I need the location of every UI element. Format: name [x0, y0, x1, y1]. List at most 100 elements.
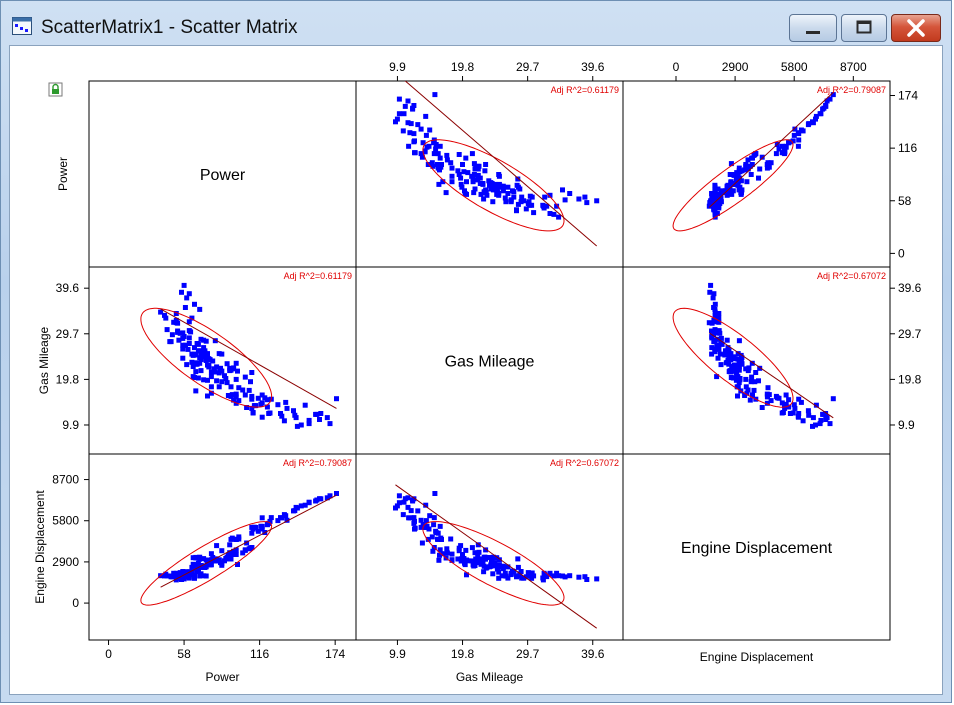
data-point	[584, 200, 590, 206]
maximize-button[interactable]	[841, 14, 887, 42]
data-point	[412, 525, 418, 531]
data-point	[464, 179, 469, 185]
data-point	[406, 515, 412, 521]
data-point	[283, 513, 289, 519]
data-point	[551, 573, 557, 579]
data-point	[515, 564, 521, 570]
data-point	[250, 410, 256, 415]
maximize-icon	[856, 20, 872, 34]
data-point	[292, 412, 298, 418]
data-point	[735, 393, 740, 399]
data-point	[225, 552, 231, 558]
data-point	[408, 121, 414, 127]
data-point	[281, 418, 287, 424]
data-point	[508, 197, 514, 203]
data-point	[437, 523, 443, 529]
data-point	[830, 396, 836, 402]
data-point	[283, 399, 289, 405]
data-point	[449, 173, 455, 179]
top-tick-label-engine-displacement: 0	[673, 60, 680, 74]
data-point	[757, 166, 763, 172]
data-point	[418, 126, 424, 132]
y-tick-label-gas-mileage: 19.8	[56, 372, 80, 386]
data-point	[490, 571, 496, 577]
top-tick-label-gas-mileage: 19.8	[451, 60, 475, 74]
data-point	[810, 415, 816, 421]
data-point	[216, 558, 222, 564]
data-point	[236, 385, 242, 391]
x-axis-title-gas-mileage: Gas Mileage	[456, 670, 524, 684]
data-point	[810, 423, 815, 429]
data-point	[712, 301, 718, 307]
data-point	[498, 183, 504, 189]
close-button[interactable]	[891, 14, 941, 42]
panel-gas-mileage-engine-displacement	[622, 266, 891, 455]
data-point	[469, 151, 475, 157]
minimize-icon	[806, 31, 820, 34]
data-point	[190, 364, 196, 369]
data-point	[737, 377, 743, 383]
data-point	[211, 366, 217, 372]
data-point	[233, 394, 239, 400]
data-point	[408, 508, 414, 514]
data-point	[179, 289, 184, 295]
panel-gas-mileage-power	[88, 266, 357, 455]
data-point	[268, 515, 274, 521]
data-point	[765, 385, 771, 391]
data-point	[233, 360, 239, 366]
data-point	[444, 152, 450, 158]
data-point	[406, 143, 412, 149]
data-point	[594, 198, 600, 204]
window: ScatterMatrix1 - Scatter Matrix 0 58 116…	[0, 0, 952, 703]
right-tick-label-gas-mileage: 39.6	[898, 281, 922, 295]
data-point	[796, 396, 802, 402]
graph-area: 0 58 116 174 9.9 19.8 29.7 39.6 9.9 19.8 29.7 39.6 0…	[9, 45, 943, 695]
data-point	[396, 111, 402, 117]
top-tick-label-engine-displacement: 8700	[840, 60, 867, 74]
data-point	[197, 573, 203, 579]
data-point	[219, 548, 225, 554]
data-point	[780, 410, 786, 415]
title-bar[interactable]: ScatterMatrix1 - Scatter Matrix	[1, 1, 953, 45]
data-point	[324, 415, 330, 421]
y-tick-label-gas-mileage: 9.9	[62, 418, 79, 432]
x-axis-title-engine-displacement: Engine Displacement	[700, 650, 814, 664]
data-point	[433, 528, 439, 534]
minimize-button[interactable]	[789, 14, 837, 42]
y-tick-label-engine-displacement: 8700	[52, 473, 79, 487]
data-point	[400, 128, 406, 134]
data-point	[523, 206, 529, 212]
x-tick-label-gas-mileage: 19.8	[451, 647, 475, 661]
data-point	[431, 522, 437, 528]
data-point	[435, 151, 441, 157]
data-point	[233, 376, 239, 382]
data-point	[278, 411, 283, 416]
data-point	[482, 554, 488, 560]
data-point	[216, 384, 222, 390]
data-point	[813, 113, 819, 119]
data-point	[796, 137, 802, 143]
lock-icon[interactable]	[48, 82, 63, 97]
data-point	[402, 103, 408, 109]
close-icon	[907, 19, 925, 37]
data-point	[396, 500, 402, 506]
data-point	[576, 196, 582, 202]
data-point	[448, 160, 454, 166]
data-point	[203, 356, 209, 362]
data-point	[478, 191, 484, 197]
data-point	[525, 570, 531, 576]
data-point	[182, 342, 188, 348]
data-point	[726, 357, 732, 363]
data-point	[184, 574, 190, 580]
data-point	[745, 157, 751, 163]
data-point	[515, 556, 521, 562]
data-point	[748, 172, 754, 177]
data-point	[734, 173, 740, 179]
data-point	[551, 211, 557, 217]
data-point	[709, 345, 715, 351]
y-tick-label-engine-displacement: 2900	[52, 555, 79, 569]
data-point	[562, 197, 568, 203]
data-point	[435, 536, 440, 542]
data-point	[482, 168, 488, 174]
data-point	[224, 380, 230, 386]
